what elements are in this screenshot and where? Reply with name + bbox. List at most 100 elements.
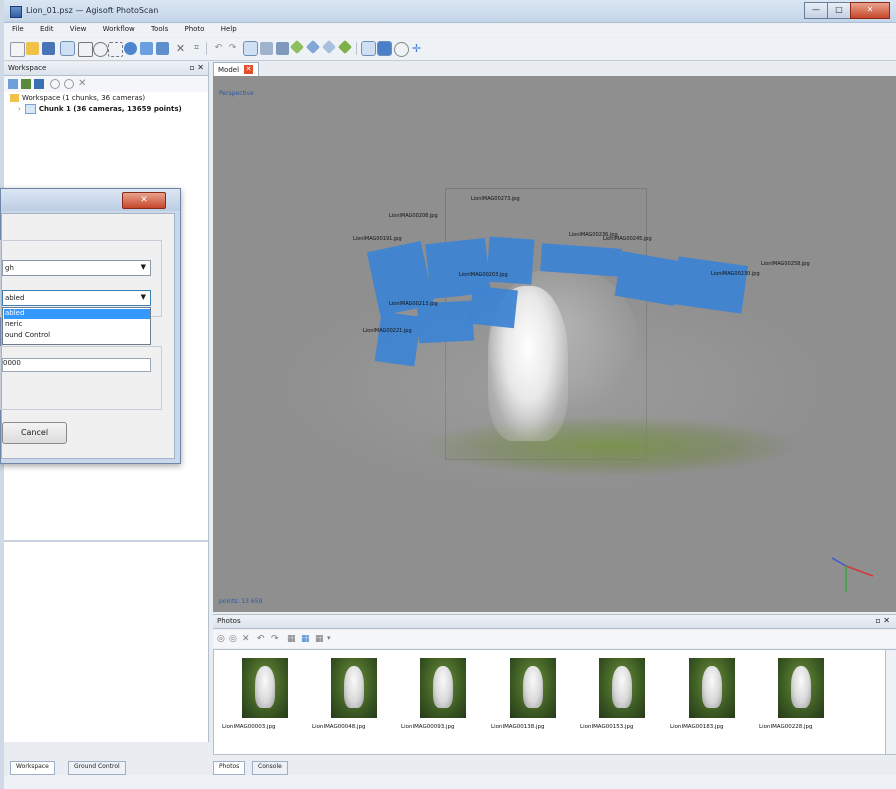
chevron-down-icon: ▼ [140, 263, 146, 271]
show-region-icon[interactable] [361, 41, 376, 56]
photo-thumbnail[interactable] [599, 658, 645, 718]
tree-workspace-root[interactable]: Workspace (1 chunks, 36 cameras) [10, 94, 145, 102]
minimize-button[interactable]: — [804, 2, 828, 19]
tree-chunk-item[interactable]: › Chunk 1 (36 cameras, 13659 points) [18, 104, 182, 114]
tree-workspace-label: Workspace (1 chunks, 36 cameras) [22, 94, 146, 102]
tab-workspace[interactable]: Workspace [10, 761, 55, 775]
title-bar: Lion_01.psz — Agisoft PhotoScan — □ ✕ [4, 0, 896, 23]
menu-file[interactable]: File [4, 23, 30, 33]
resize-region-icon[interactable] [140, 42, 153, 55]
camera-plane[interactable] [374, 311, 422, 367]
camera-plane[interactable] [469, 285, 518, 329]
menu-help[interactable]: Help [213, 23, 243, 33]
photo-filename: LionIMAG00093.jpg [401, 724, 455, 730]
menu-workflow[interactable]: Workflow [95, 23, 141, 33]
show-model-solid-icon[interactable] [289, 39, 305, 55]
dropdown-option-ground-control[interactable]: ound Control [4, 331, 150, 341]
remove-photo-icon[interactable]: ✕ [242, 634, 252, 644]
pair-preselection-value: abled [5, 294, 25, 302]
cancel-button[interactable]: Cancel [2, 422, 67, 444]
photo-thumbnail[interactable] [420, 658, 466, 718]
workspace-pane-controls[interactable]: ▫ ✕ [189, 63, 204, 72]
chunk-icon [24, 104, 36, 114]
camera-plane[interactable] [416, 300, 475, 344]
large-icons-icon[interactable]: ▦ [287, 634, 297, 644]
photo-thumbnail[interactable] [331, 658, 377, 718]
expand-arrow-icon[interactable]: › [18, 105, 21, 113]
lion-image [612, 666, 632, 708]
photo-filename: LionIMAG00228.jpg [759, 724, 813, 730]
disable-cameras-icon[interactable] [64, 79, 74, 89]
photo-thumbnail[interactable] [778, 658, 824, 718]
view-menu-chevron-icon[interactable]: ▾ [327, 634, 337, 644]
pane-splitter[interactable] [4, 540, 208, 542]
rotate-right-icon[interactable]: ↷ [271, 634, 281, 644]
camera-plane[interactable] [672, 256, 748, 314]
photo-thumbnail[interactable] [242, 658, 288, 718]
show-dense-cloud-icon[interactable] [276, 42, 289, 55]
menu-photo[interactable]: Photo [176, 23, 210, 33]
enable-cameras-icon[interactable] [50, 79, 60, 89]
dropdown-option-generic[interactable]: neric [4, 320, 150, 330]
app-icon [10, 6, 22, 18]
advanced-group [0, 346, 162, 410]
crop-selection-icon[interactable]: ⌗ [190, 42, 203, 55]
navigation-mode-icon[interactable] [60, 41, 75, 56]
add-folder-icon[interactable] [34, 79, 44, 89]
redo-icon[interactable]: ↷ [226, 42, 239, 55]
menu-edit[interactable]: Edit [32, 23, 60, 33]
show-trackball-icon[interactable] [377, 41, 392, 56]
photos-pane-controls[interactable]: ▫ ✕ [875, 616, 890, 625]
medium-icons-icon[interactable]: ▦ [301, 634, 311, 644]
photo-thumbnail[interactable] [689, 658, 735, 718]
dialog-body: gh ▼ abled ▼ abled neric ound Control 00… [0, 213, 175, 459]
accuracy-select[interactable]: gh ▼ [2, 260, 151, 276]
tab-console[interactable]: Console [252, 761, 288, 775]
show-model-shaded-icon[interactable] [305, 39, 321, 55]
photos-thumbnail-area: LionIMAG00003.jpg LionIMAG00048.jpg Lion… [213, 649, 887, 755]
model-viewport[interactable]: Perspective LionIMAG00273.jpg LionIMAG00… [213, 76, 896, 612]
dropdown-option-disabled[interactable]: abled [4, 309, 150, 319]
photo-filename: LionIMAG00048.jpg [312, 724, 366, 730]
save-project-icon[interactable] [42, 42, 55, 55]
add-photos-icon[interactable] [21, 79, 31, 89]
close-window-button[interactable]: ✕ [850, 2, 890, 19]
reset-view-icon[interactable] [394, 42, 409, 57]
delete-selection-icon[interactable]: ✕ [174, 42, 187, 55]
show-points-icon[interactable] [260, 42, 273, 55]
open-project-icon[interactable] [26, 42, 39, 55]
menu-view[interactable]: View [62, 23, 93, 33]
enable-photo-icon[interactable]: ◎ [217, 634, 227, 644]
maximize-button[interactable]: □ [827, 2, 851, 19]
rectangle-selection-icon[interactable] [78, 42, 93, 57]
move-region-icon[interactable] [124, 42, 137, 55]
window-title: Lion_01.psz — Agisoft PhotoScan [26, 6, 159, 15]
small-icons-icon[interactable]: ▦ [315, 634, 325, 644]
menu-tools[interactable]: Tools [143, 23, 174, 33]
photos-scrollbar[interactable] [885, 649, 896, 755]
show-cameras-icon[interactable] [243, 41, 258, 56]
point-limit-field[interactable]: 0000 [2, 358, 151, 372]
camera-label: LionIMAG00203.jpg [459, 272, 508, 278]
camera-plane[interactable] [540, 243, 622, 277]
add-chunk-icon[interactable] [8, 79, 18, 89]
new-project-icon[interactable] [10, 42, 25, 57]
tab-model[interactable]: Model ✕ [213, 62, 259, 77]
pair-preselection-select[interactable]: abled ▼ [2, 290, 151, 306]
center-view-icon[interactable]: ✛ [410, 42, 423, 55]
tab-photos[interactable]: Photos [213, 761, 246, 775]
remove-items-icon[interactable]: ✕ [78, 79, 88, 89]
dialog-close-button[interactable]: ✕ [122, 192, 166, 209]
tab-ground-control[interactable]: Ground Control [68, 761, 126, 775]
close-tab-icon[interactable]: ✕ [244, 65, 253, 74]
photo-thumbnail[interactable] [510, 658, 556, 718]
free-form-selection-icon[interactable] [108, 42, 123, 57]
show-wireframe-icon[interactable] [321, 39, 337, 55]
show-textured-icon[interactable] [337, 39, 353, 55]
rotate-left-icon[interactable]: ↶ [257, 634, 267, 644]
x-axis-line [845, 565, 874, 577]
circle-selection-icon[interactable] [93, 42, 108, 57]
undo-icon[interactable]: ↶ [212, 42, 225, 55]
rotate-region-icon[interactable] [156, 42, 169, 55]
disable-photo-icon[interactable]: ◎ [229, 634, 239, 644]
